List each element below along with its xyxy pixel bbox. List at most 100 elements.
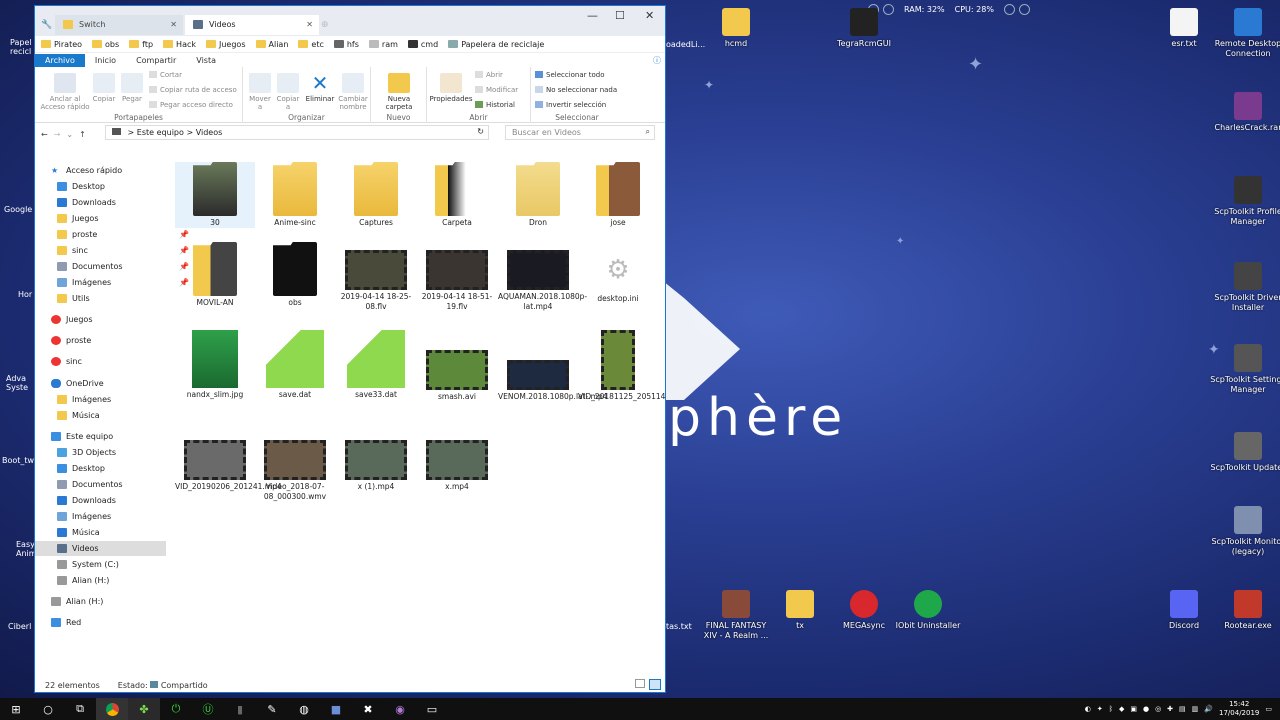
paste-shortcut-button[interactable]: Pegar acceso directo [149,101,233,109]
history-button[interactable]: Historial [475,101,515,109]
desktop-icon-tegra[interactable]: TegraRcmGUI [826,8,902,49]
close-tab-icon[interactable]: ✕ [170,20,177,29]
copy-to-button[interactable]: Copiar a [275,73,301,111]
select-none-button[interactable]: No seleccionar nada [535,86,617,94]
nav-sinc-2[interactable]: sinc [51,354,82,369]
nav-onedrive[interactable]: OneDrive [51,376,104,391]
minimize-button[interactable]: — [587,9,598,22]
edge-label-tas[interactable]: tas.txt [666,622,692,631]
nav-utils[interactable]: Utils [57,291,90,306]
vs-icon[interactable]: ■ [320,698,352,720]
switch-icon[interactable]: ▮ [224,698,256,720]
refresh-icon[interactable]: ↻ [477,127,484,136]
nav-sinc[interactable]: sinc 📌 [57,243,189,258]
file-item[interactable]: save.dat [255,330,335,400]
move-to-button[interactable]: Mover a [247,73,273,111]
back-arrow-icon[interactable]: ← [41,130,48,139]
tray-icon[interactable]: ✦ [1097,705,1103,713]
nav-onedrive-imagenes[interactable]: Imágenes [57,392,111,407]
fav-pirateo[interactable]: Pirateo [41,40,82,49]
nav-proste[interactable]: proste 📌 [57,227,189,242]
media-icon[interactable]: ◉ [384,698,416,720]
clock[interactable]: 15:42 17/04/2019 [1219,700,1259,718]
paint-icon[interactable]: ✎ [256,698,288,720]
new-folder-button[interactable]: Nueva carpeta [379,73,419,111]
file-item[interactable]: VENOM.2018.1080p.lat-.mp4 [498,330,608,402]
nav-pc-documentos[interactable]: Documentos [57,477,123,492]
nav-onedrive-musica[interactable]: Música [57,408,100,423]
file-item[interactable]: save33.dat [336,330,416,400]
clover-icon[interactable]: ✤ [128,698,160,720]
select-all-button[interactable]: Seleccionar todo [535,71,605,79]
tab-compartir[interactable]: Compartir [126,54,186,67]
edge-label-hor[interactable]: Hor [18,290,32,299]
fav-cmd[interactable]: cmd [407,40,438,49]
copy-button[interactable]: Copiar [91,73,117,103]
desktop-icon-scp-driver[interactable]: ScpToolkit Driver Installer [1210,262,1280,313]
steam-icon[interactable]: ◍ [288,698,320,720]
nav-este-equipo[interactable]: Este equipo [51,429,113,444]
edge-label-recycle[interactable]: Papel recicl [10,38,34,56]
file-item[interactable]: Captures [336,162,416,228]
fav-alian[interactable]: Alian [255,40,288,49]
up-arrow-icon[interactable]: ↑ [79,130,86,139]
invert-selection-button[interactable]: Invertir selección [535,101,606,109]
notification-icon[interactable]: ▭ [1265,705,1272,713]
edge-label-boottw[interactable]: Boot_tw [2,456,34,465]
iobit-icon[interactable]: Ⓤ [192,698,224,720]
desktop-icon-rootear[interactable]: Rootear.exe [1210,590,1280,631]
nav-3d-objects[interactable]: 3D Objects [57,445,116,460]
nav-pc-downloads[interactable]: Downloads [57,493,116,508]
tray-icon[interactable]: ◆ [1119,705,1124,713]
fav-obs[interactable]: obs [92,40,119,49]
desktop-icon-scp-monitor[interactable]: ScpToolkit Monitor (legacy) [1210,506,1280,557]
edit-button[interactable]: Modificar [475,86,518,94]
tab-videos[interactable]: Videos ✕ [185,15,319,35]
file-item[interactable]: 2019-04-14 18-51-19.flv [417,242,497,312]
tab-archivo[interactable]: Archivo [35,53,85,67]
edge-label-ciberl[interactable]: Ciberl [8,622,31,631]
properties-button[interactable]: Propiedades [429,73,473,103]
desktop-icon-charles[interactable]: CharlesCrack.rar [1210,92,1280,133]
cut-button[interactable]: Cortar [149,71,182,79]
tab-inicio[interactable]: Inicio [85,54,126,67]
pin-quick-access-button[interactable]: Anclar al Acceso rápido [39,73,91,111]
nav-pc-musica[interactable]: Música [57,525,100,540]
file-item[interactable]: obs [255,242,335,308]
large-icons-view-icon[interactable] [649,679,661,690]
edge-label-google[interactable]: Google [4,205,32,214]
power-icon[interactable]: ⏻ [160,698,192,720]
file-item[interactable]: Dron [498,162,578,228]
nav-desktop[interactable]: Desktop📌 [57,179,189,194]
nav-system-c[interactable]: System (C:) [57,557,119,572]
fav-ram[interactable]: ram [368,40,398,49]
start-icon[interactable]: ⊞ [0,698,32,720]
file-item[interactable]: VID_20181125_205114.mp4 [578,330,665,402]
edge-label-easy[interactable]: Easy Anim [16,540,37,558]
task-view-icon[interactable]: ⧉ [64,698,96,720]
tab-switch[interactable]: Switch ✕ [55,15,183,35]
bluetooth-icon[interactable]: ᛒ [1109,705,1113,713]
network-icon[interactable]: ▥ [1192,705,1199,713]
desktop-icon-scp-updater[interactable]: ScpToolkit Updater [1210,432,1280,473]
file-item[interactable]: x (1).mp4 [336,440,416,492]
volume-icon[interactable]: 🔊 [1204,705,1213,713]
terminal-icon[interactable]: ▭ [416,698,448,720]
details-view-icon[interactable] [635,679,645,688]
recent-chevron-icon[interactable]: ⌄ [66,130,73,139]
file-item[interactable]: Video_2018-07-08_000300.wmv [255,440,335,502]
fav-ftp[interactable]: ftp [129,40,153,49]
tray-icon[interactable]: ▤ [1179,705,1186,713]
tab-vista[interactable]: Vista [186,54,226,67]
desktop-icon-scp-settings[interactable]: ScpToolkit Settings Manager [1210,344,1280,395]
address-bar[interactable]: > Este equipo > Videos ↻ [105,125,489,140]
nav-pc-desktop[interactable]: Desktop [57,461,105,476]
nav-proste-2[interactable]: proste [51,333,91,348]
nav-alian-h[interactable]: Alian (H:) [57,573,109,588]
edge-label-adva[interactable]: Adva Syste [6,374,34,392]
tray-icon[interactable]: ✚ [1167,705,1173,713]
breadcrumb-este-equipo[interactable]: Este equipo [137,128,184,137]
fav-hfs[interactable]: hfs [333,40,359,49]
desktop-icon-rdp[interactable]: Remote Desktop Connection [1210,8,1280,59]
file-item[interactable]: nandx_slim.jpg [175,330,255,400]
